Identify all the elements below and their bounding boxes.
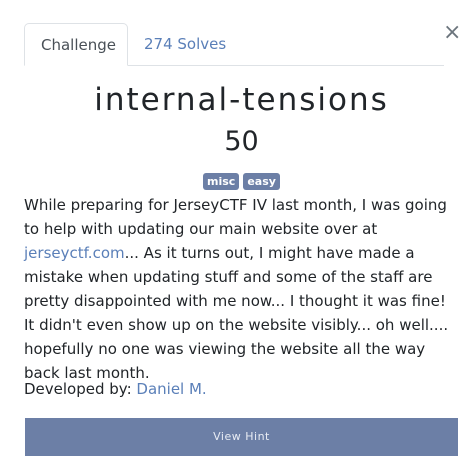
author-line: Developed by: Daniel M. [24,377,207,401]
view-hint-button[interactable]: View Hint [25,418,458,456]
tag-badge: misc [203,173,240,190]
tag-list: misc easy [0,173,473,190]
challenge-title: internal-tensions [94,82,389,118]
author-label: Developed by: [24,380,137,398]
tab-challenge[interactable]: Challenge [24,23,128,66]
challenge-points: 50 [224,126,259,157]
close-icon[interactable]: × [443,20,461,46]
website-link[interactable]: jerseyctf.com [24,244,125,262]
tab-bar: Challenge 274 Solves [24,23,444,66]
tab-solves[interactable]: 274 Solves [128,23,242,65]
challenge-description: While preparing for JerseyCTF IV last mo… [24,193,454,385]
description-text: ... As it turns out, I might have made a… [24,244,449,382]
author-link[interactable]: Daniel M. [136,380,206,398]
description-text: While preparing for JerseyCTF IV last mo… [24,196,447,238]
challenge-modal: × Challenge 274 Solves internal-tensions… [0,0,473,468]
tag-badge: easy [243,173,280,190]
